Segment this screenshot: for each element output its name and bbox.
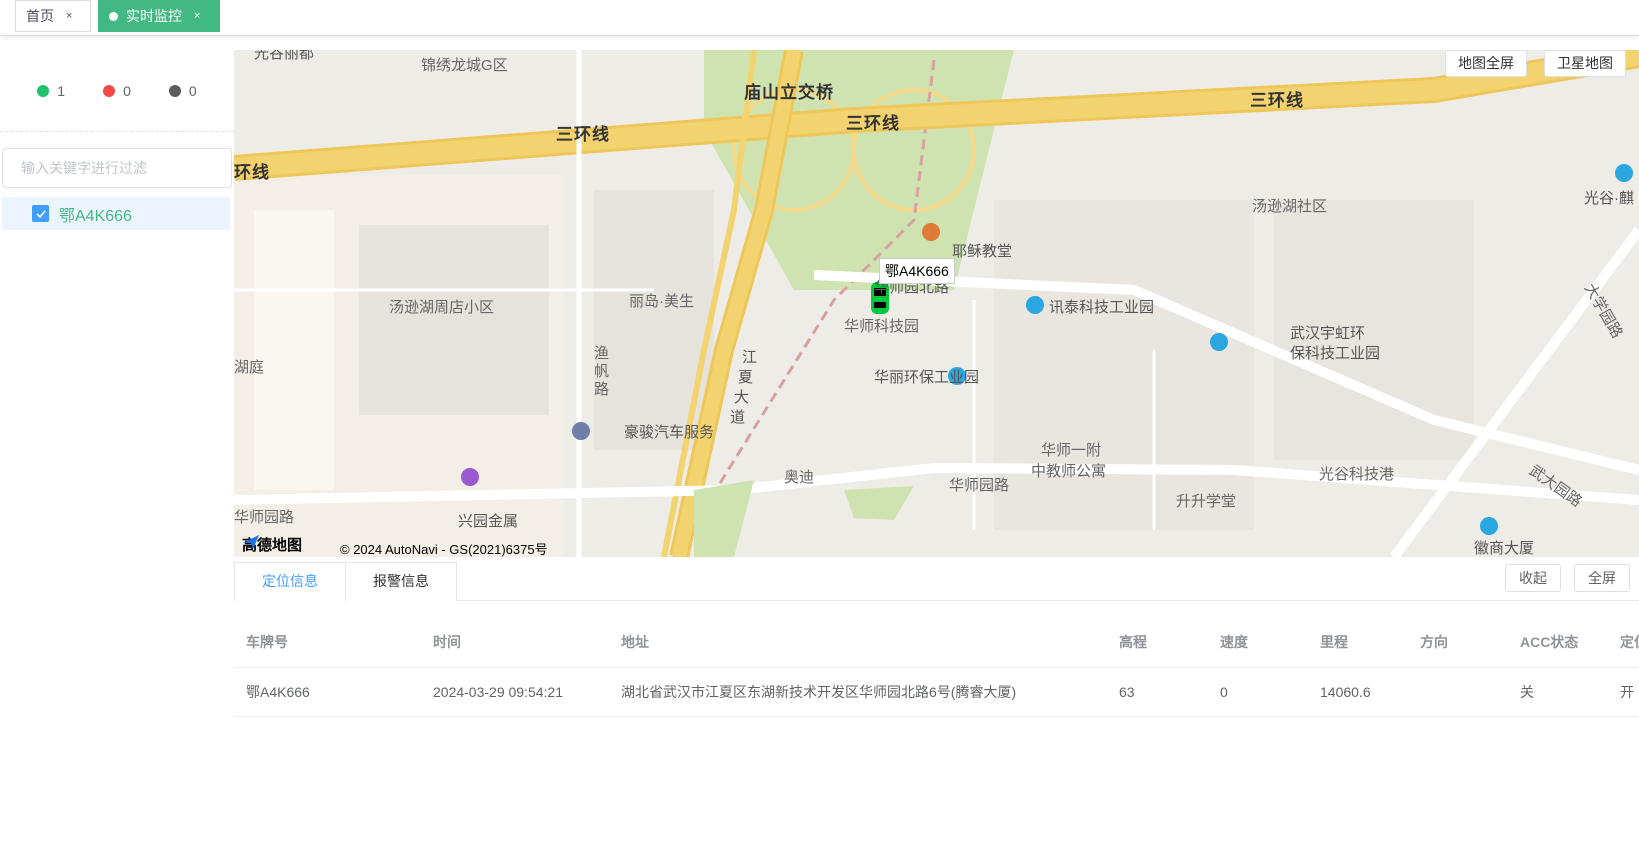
map-label: 江	[742, 349, 758, 366]
map-label: 湖庭	[234, 359, 265, 376]
map-label: 庙山立交桥	[744, 83, 834, 102]
vehicle-label: 鄂A4K666	[59, 207, 132, 225]
tab-realtime-monitor[interactable]: 实时监控 ×	[98, 0, 220, 32]
map-label: 豪骏汽车服务	[624, 424, 715, 441]
cell-direction	[1408, 667, 1508, 717]
map-label: 华师园路	[949, 477, 1010, 494]
alarm-dot-icon	[103, 84, 116, 97]
stat-online[interactable]: 1	[37, 83, 65, 99]
map-label: 夏	[738, 369, 754, 386]
map-label: 保科技工业园	[1290, 345, 1381, 362]
map-label: 武汉宇虹环	[1290, 325, 1366, 342]
alarm-count: 0	[123, 82, 131, 99]
active-dot-icon	[109, 11, 118, 21]
map-label: 徽商大厦	[1474, 540, 1535, 557]
table-row[interactable]: 鄂A4K666 2024-03-29 09:54:21 湖北省武汉市江夏区东湖新…	[234, 667, 1639, 717]
map-label: 兴园金属	[458, 513, 519, 530]
location-table: 车牌号 时间 地址 高程 速度 里程 方向 ACC状态 定位 鄂A4K666 2…	[234, 617, 1639, 717]
col-address: 地址	[609, 617, 1107, 668]
vehicle-sidebar: 1 0 0 鄂A4K666	[0, 50, 234, 847]
map-label: 耶稣教堂	[952, 243, 1013, 260]
cell-plate: 鄂A4K666	[234, 667, 421, 717]
tab-home[interactable]: 首页 ×	[15, 0, 91, 32]
map-fullscreen-button[interactable]: 地图全屏	[1445, 50, 1527, 77]
vehicle-map-tag[interactable]: 鄂A4K666	[879, 258, 955, 284]
map-label: 道	[730, 409, 746, 426]
tab-realtime-close-icon[interactable]: ×	[194, 1, 200, 31]
cell-speed: 0	[1208, 667, 1308, 717]
satellite-map-button[interactable]: 卫星地图	[1544, 50, 1626, 77]
cell-address: 湖北省武汉市江夏区东湖新技术开发区华师园北路6号(腾睿大厦)	[609, 667, 1107, 717]
info-panel: 定位信息 报警信息 收起 全屏 车牌号 时间 地址 高程 速度 里程 方向 AC…	[234, 557, 1639, 847]
check-icon	[35, 209, 46, 218]
map-label: 丽岛·美生	[629, 293, 694, 310]
status-stats: 1 0 0	[0, 50, 234, 132]
amap-arrow-icon	[243, 535, 259, 549]
map-label: 华师园路	[234, 509, 295, 526]
map-label: 奥迪	[784, 469, 815, 486]
map-label: 华师科技园	[844, 318, 920, 335]
col-time: 时间	[421, 617, 609, 668]
map-label: 光谷·麒	[1584, 190, 1634, 207]
tab-location-info[interactable]: 定位信息	[234, 562, 346, 601]
col-mileage: 里程	[1308, 617, 1408, 668]
tab-alarm-info[interactable]: 报警信息	[345, 562, 457, 601]
filter-input[interactable]	[2, 148, 232, 188]
map-label: 大	[734, 389, 750, 406]
map-label: 汤逊湖周店小区	[389, 299, 495, 316]
table-header-row: 车牌号 时间 地址 高程 速度 里程 方向 ACC状态 定位	[234, 617, 1639, 668]
col-direction: 方向	[1408, 617, 1508, 668]
map-label: 三环线	[556, 125, 610, 144]
collapse-button[interactable]: 收起	[1505, 564, 1561, 592]
map-view[interactable]: 地图全屏 卫星地图 锦绣龙城G区 庙山立交桥 三环线 三环线 三环线 环线 汤逊…	[234, 50, 1639, 557]
map-label: 锦绣龙城G区	[421, 57, 508, 74]
map-label: 三环线	[846, 114, 900, 133]
tree-item-vehicle[interactable]: 鄂A4K666	[2, 197, 230, 230]
tab-bar: 首页 × 实时监控 ×	[0, 0, 1639, 36]
map-label: 升升学堂	[1176, 493, 1237, 510]
cell-positioning: 开	[1608, 667, 1639, 717]
map-label: 华丽环保工业园	[874, 369, 980, 386]
tab-realtime-label: 实时监控	[126, 8, 182, 24]
tab-home-close-icon[interactable]: ×	[66, 1, 72, 31]
map-label: 讯泰科技工业园	[1049, 299, 1155, 316]
stat-offline[interactable]: 0	[168, 82, 197, 99]
cell-acc-status: 关	[1508, 667, 1608, 717]
map-label: 中教师公寓	[1031, 463, 1107, 480]
offline-dot-icon	[168, 84, 181, 97]
vehicle-checkbox[interactable]	[32, 205, 49, 222]
map-label: 汤逊湖社区	[1252, 198, 1328, 215]
tab-home-label: 首页	[26, 8, 54, 24]
stat-alarm[interactable]: 0	[103, 83, 131, 99]
info-tab-bar: 定位信息 报警信息 收起 全屏	[234, 557, 1639, 601]
map-label: 环线	[234, 163, 270, 182]
amap-logo: 高德地图	[242, 534, 302, 555]
col-plate: 车牌号	[234, 617, 421, 668]
cell-mileage: 14060.6	[1308, 667, 1408, 717]
map-label: 三环线	[1250, 91, 1304, 110]
online-dot-icon	[37, 84, 50, 97]
map-label: 光谷科技港	[1319, 466, 1395, 483]
cell-altitude: 63	[1107, 667, 1208, 717]
map-label: 光谷丽都	[254, 50, 315, 62]
online-count: 1	[57, 82, 66, 99]
map-label: 华师一附	[1041, 442, 1102, 459]
col-speed: 速度	[1208, 617, 1308, 668]
map-copyright: © 2024 AutoNavi - GS(2021)6375号	[340, 542, 548, 557]
offline-count: 0	[188, 82, 197, 99]
map-label: 路	[594, 381, 610, 398]
col-positioning: 定位	[1608, 617, 1639, 668]
cell-time: 2024-03-29 09:54:21	[421, 667, 609, 717]
col-acc-status: ACC状态	[1508, 617, 1608, 668]
panel-fullscreen-button[interactable]: 全屏	[1574, 564, 1630, 592]
col-altitude: 高程	[1107, 617, 1208, 668]
